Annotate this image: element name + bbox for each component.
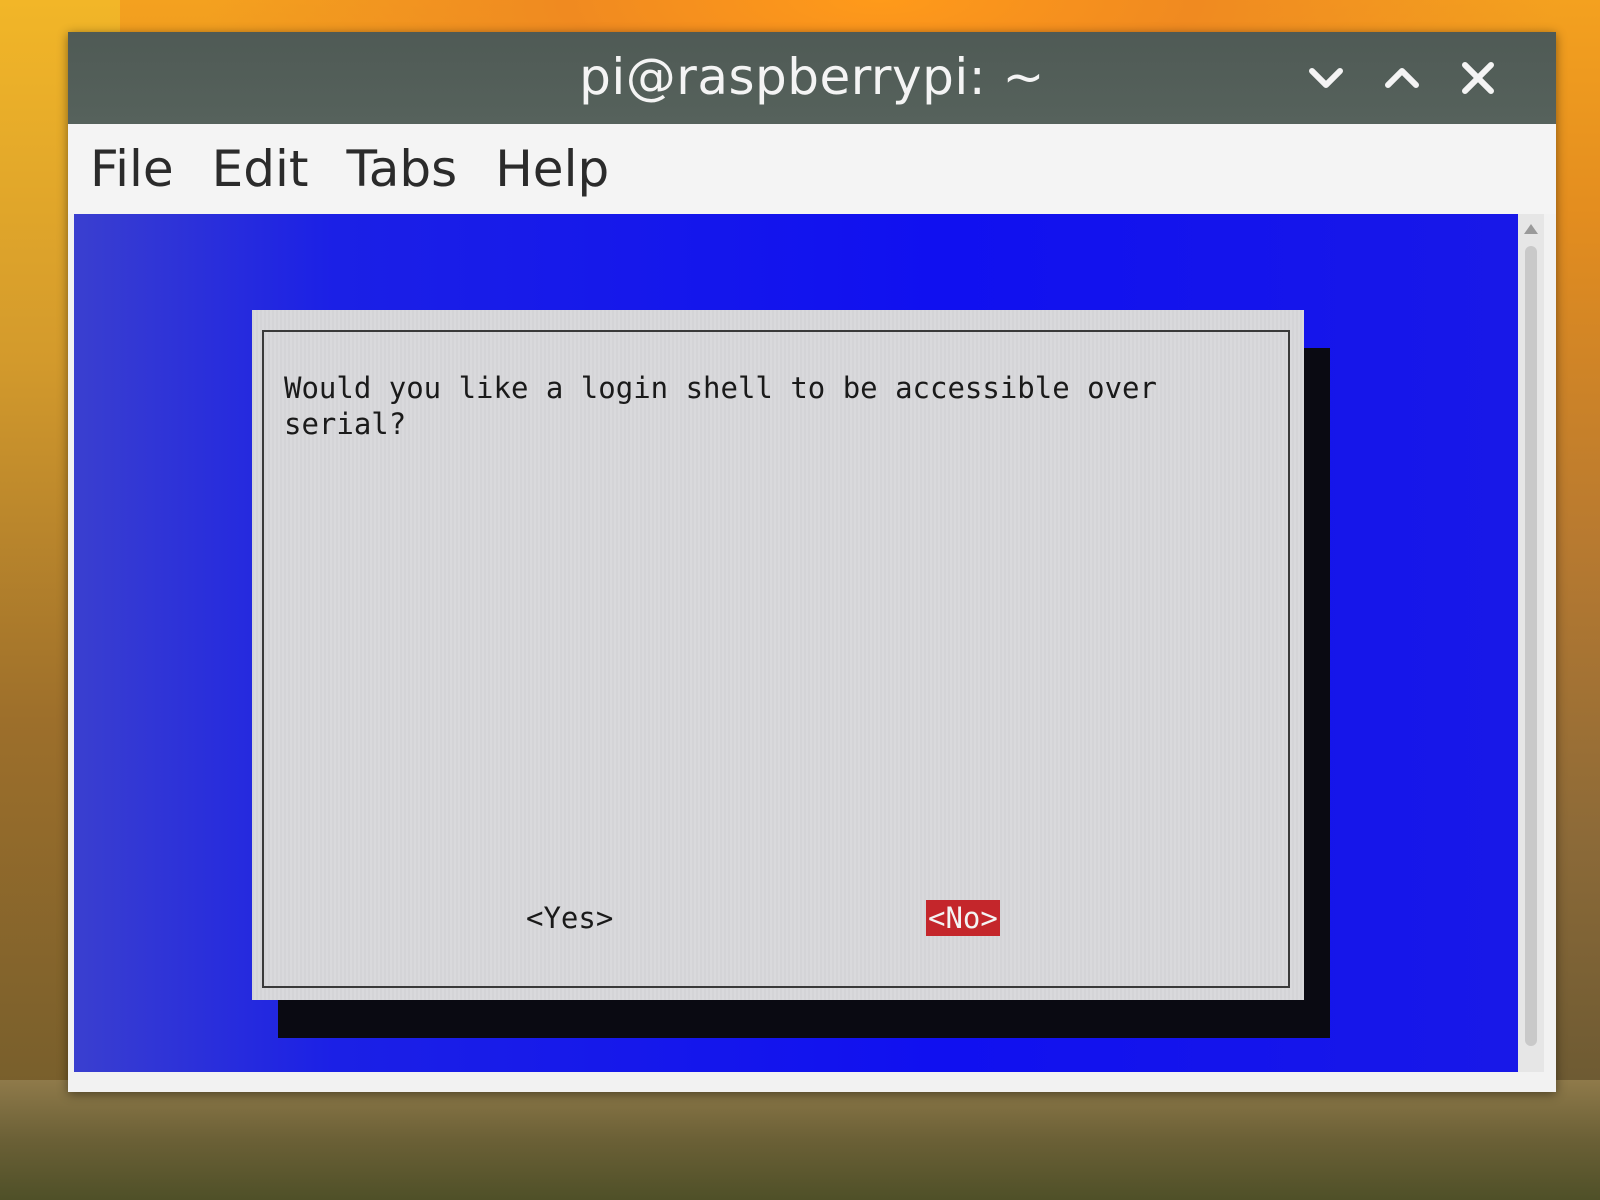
menu-tabs[interactable]: Tabs (347, 140, 458, 198)
yes-button[interactable]: <Yes> (524, 900, 615, 936)
chevron-up-icon (1385, 68, 1419, 88)
close-icon (1462, 62, 1494, 94)
no-button[interactable]: <No> (926, 900, 1000, 936)
menu-bar: File Edit Tabs Help (68, 124, 1556, 214)
terminal-window: pi@raspberrypi: ~ File Edit Tabs Help Wo… (68, 32, 1556, 1092)
desktop-wallpaper-bottom (0, 1080, 1600, 1200)
menu-help[interactable]: Help (495, 140, 609, 198)
menu-edit[interactable]: Edit (212, 140, 309, 198)
dialog-message: Would you like a login shell to be acces… (284, 371, 1157, 441)
scroll-thumb[interactable] (1525, 246, 1537, 1046)
vertical-scrollbar[interactable] (1518, 214, 1544, 1072)
window-titlebar[interactable]: pi@raspberrypi: ~ (68, 32, 1556, 124)
terminal-area[interactable]: Would you like a login shell to be acces… (74, 214, 1518, 1072)
close-button[interactable] (1450, 54, 1506, 102)
chevron-down-icon (1309, 68, 1343, 88)
minimize-button[interactable] (1298, 54, 1354, 102)
maximize-button[interactable] (1374, 54, 1430, 102)
scroll-up-arrow-icon[interactable] (1524, 224, 1538, 234)
menu-file[interactable]: File (90, 140, 174, 198)
raspi-config-dialog: Would you like a login shell to be acces… (252, 310, 1304, 1000)
